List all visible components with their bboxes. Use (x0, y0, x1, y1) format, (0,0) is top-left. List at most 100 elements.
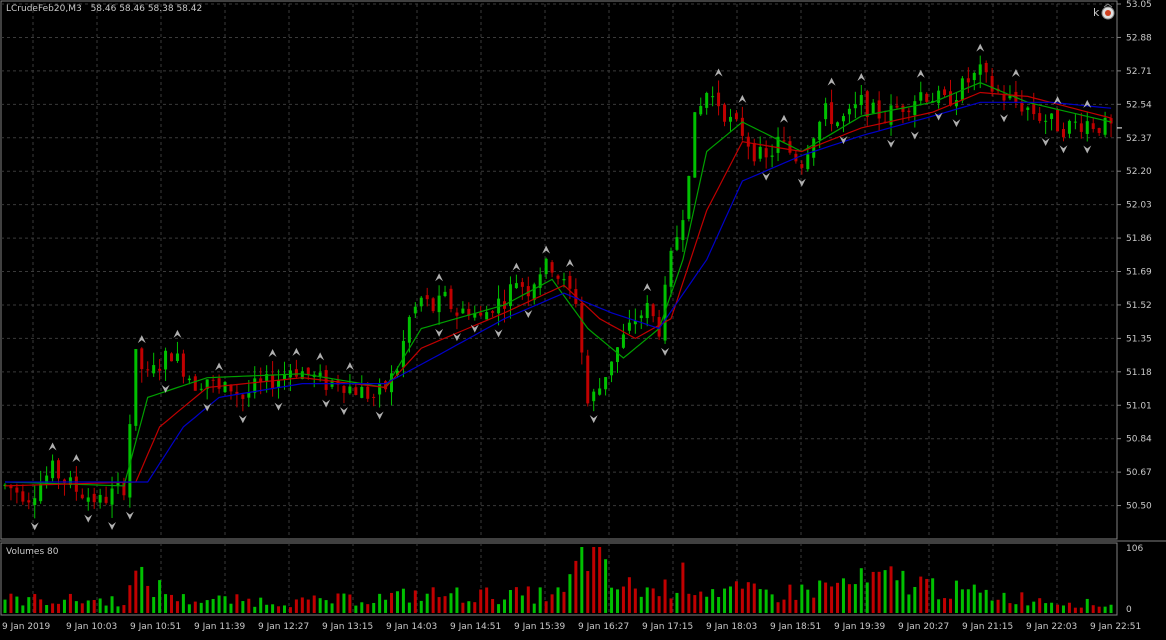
candle-body (80, 494, 84, 499)
volume-bar (27, 597, 31, 613)
candle-body (98, 494, 102, 503)
volume-bar (443, 596, 447, 613)
volume-bar (461, 602, 465, 613)
candle-body (431, 298, 435, 312)
volume-bar (39, 599, 43, 613)
volume-bar (877, 571, 881, 613)
volume-scale-max: 106 (1126, 544, 1143, 554)
candle-body (259, 378, 263, 382)
volume-bar (818, 580, 822, 613)
candle-body (170, 353, 174, 362)
toolbar-icons[interactable]: k (1092, 3, 1116, 21)
fractal-down-marker (1059, 145, 1068, 154)
volume-bar (830, 586, 834, 613)
candle-body (830, 102, 834, 125)
volume-bar (134, 570, 138, 613)
volume-bar (776, 602, 780, 613)
volume-bar (699, 591, 703, 613)
candle-body (33, 498, 37, 506)
y-tick-label: 50.50 (1126, 502, 1152, 512)
volume-bar (342, 593, 346, 613)
volume-bar (193, 601, 197, 613)
y-tick-label: 51.86 (1126, 234, 1152, 244)
volume-bar (15, 596, 19, 613)
fractal-down-marker (161, 384, 170, 393)
candle-body (562, 279, 566, 281)
volume-bar (526, 586, 530, 613)
candle-body (913, 101, 917, 116)
candle-body (152, 365, 156, 374)
candle-body (990, 76, 994, 92)
volume-bar (330, 603, 334, 613)
x-tick-label: 9 Jan 14:51 (450, 622, 501, 632)
candle-body (318, 372, 322, 377)
candle-body (877, 100, 881, 119)
volume-bar (895, 580, 899, 613)
volume-bar (990, 600, 994, 613)
candle-body (419, 297, 423, 307)
y-tick-label: 52.03 (1126, 201, 1152, 211)
volume-bar (1109, 604, 1113, 613)
x-tick-label: 9 Jan 22:51 (1090, 622, 1141, 632)
fractal-up-marker (72, 454, 81, 463)
candle-body (728, 116, 732, 122)
volume-bar (538, 587, 542, 613)
volume-bar (782, 599, 786, 613)
volume-bar (491, 598, 495, 613)
volume-bar (770, 594, 774, 613)
fractal-down-marker (952, 119, 961, 128)
candle-body (568, 275, 572, 289)
volume-bar (116, 606, 120, 613)
volume-bar (853, 584, 857, 613)
expert-smile-icon[interactable] (1101, 3, 1115, 20)
volume-bar (300, 597, 304, 613)
price-chart-svg[interactable]: 53.05 52.88 52.71 52.54 52.37 52.20 52.03 51.86… (0, 0, 1166, 636)
candle-body (604, 377, 608, 390)
volume-bar (1044, 603, 1048, 613)
volume-bar (348, 594, 352, 613)
volume-bar (229, 603, 233, 613)
volume-bar (954, 580, 958, 613)
volume-bar (1056, 604, 1060, 613)
candle-body (806, 154, 810, 170)
volume-bar (62, 599, 66, 613)
volume-bar (1061, 605, 1065, 613)
chart-root[interactable]: 53.05 52.88 52.71 52.54 52.37 52.20 52.03 51.86… (0, 0, 1166, 636)
candle-body (925, 93, 929, 102)
candle-body (134, 349, 138, 426)
volume-bar (473, 602, 477, 613)
fractal-up-marker (779, 114, 788, 123)
volume-bar (871, 571, 875, 613)
volume-bar (675, 592, 679, 613)
volume-bar (556, 587, 560, 613)
tools-icon[interactable]: k (1093, 6, 1100, 19)
volume-bar (1002, 592, 1006, 613)
candle-body (51, 460, 55, 479)
volume-bar (1073, 607, 1077, 613)
volume-bar (57, 603, 61, 613)
volume-bar (223, 596, 227, 613)
chart-header: LCrudeFeb20,M3 58.46 58.46 58.38 58.42 (6, 4, 202, 14)
volume-bar (788, 584, 792, 613)
fractal-up-marker (268, 349, 277, 358)
candle-body (181, 353, 185, 377)
candle-body (277, 379, 281, 388)
volume-bar (746, 582, 750, 613)
volume-bar (1067, 602, 1071, 613)
volume-indicator-label: Volumes 80 (6, 547, 59, 557)
candle-body (895, 105, 899, 108)
volume-bar (92, 600, 96, 613)
volume-bar (1085, 598, 1089, 613)
volume-bar (395, 591, 399, 613)
fractal-up-marker (714, 68, 723, 77)
fractal-up-marker (292, 347, 301, 356)
volume-bar (318, 598, 322, 613)
volume-bar (657, 596, 661, 613)
volume-bar (104, 605, 108, 613)
candle-body (556, 275, 560, 279)
candle-body (366, 386, 370, 399)
candle-body (372, 396, 376, 398)
candle-body (645, 303, 649, 319)
candle-body (413, 306, 417, 314)
y-tick-label: 52.37 (1126, 134, 1152, 144)
